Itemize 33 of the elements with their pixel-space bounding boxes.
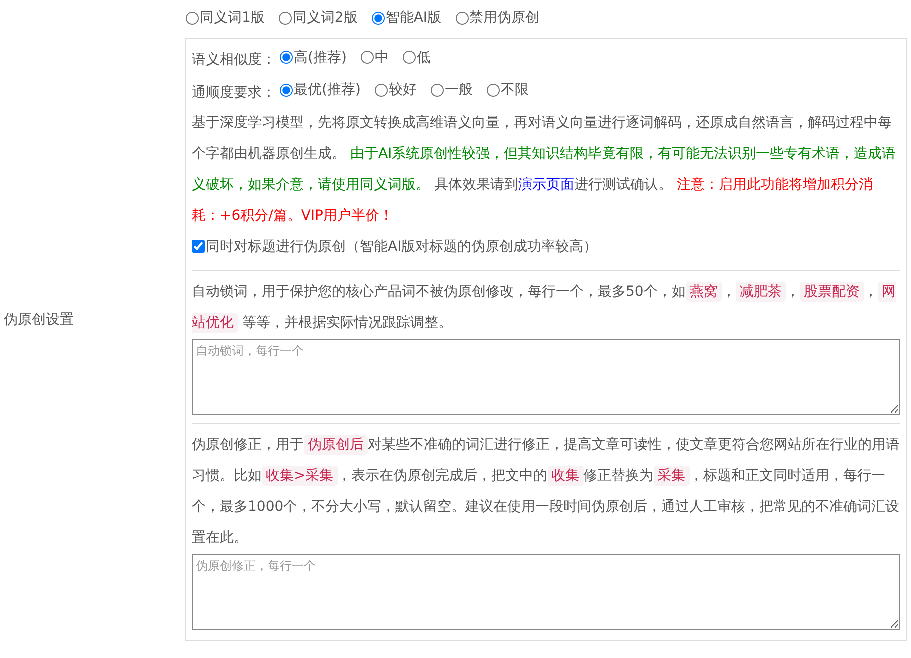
radio-button[interactable] [186,12,199,24]
radio-button[interactable] [374,84,388,96]
checkbox-label[interactable]: 同时对标题进行伪原创（智能AI版对标题的伪原创成功率较高） [206,232,598,262]
demo-page-link[interactable]: 演示页面 [518,176,574,192]
option-label: 语义相似度： [192,52,276,68]
option-label[interactable]: 一般 [444,75,473,105]
option-label: 通顺度要求： [192,84,276,100]
lock-words-description: 自动锁词，用于保护您的核心产品词不被伪原创修改，每行一个，最多50个，如 燕窝 ， 减肥茶 ， 股票配资 ， 网站优化 等等，并根据实际情况跟踪调整。 [192,281,897,335]
option-label[interactable]: 智能AI版 [386,3,442,33]
option-label[interactable]: 中 [374,42,389,72]
option-label[interactable]: 最优(推荐) [294,75,361,105]
option-label[interactable]: 同义词1版 [200,3,265,33]
radio-button[interactable] [280,84,293,96]
option-label[interactable]: 高(推荐) [294,42,347,72]
corrections-description: 伪原创修正，用于 伪原创后 对某些不准确的词汇进行修正，提高文章可读性，使文章更符合您网站所在行业的用语习惯。比如 收集>采集 ，表示在伪原创完成后，把文中的 收集 修正替换为 采集 ，标题和正文同时适用，每行一个，最多1000个，不分大小写，默认留空。建议在使用一段时间伪原创后，通过人工审核，把常见的不准确词汇设置在此。 [192,434,900,548]
radio-button[interactable] [280,51,293,64]
radio-button[interactable] [456,12,469,24]
option-label[interactable]: 不限 [500,75,529,105]
option-label[interactable]: 低 [416,42,431,72]
description-text: 基于深度学习模型，先将原文转换成高维语义向量，再对语义向量进行逐词解码，还原成自然语言，解码过程中每个字都由机器原创生成。 由于AI系统原创性较强，但其知识结构毕竟有限，有可能无法识别一些专有术语，造成语义破坏，如果介意，请使用同义词版。 具体效果请到演示页面进行测试确认。 注意：启用此功能将增加积分消耗：+6积分/篇。VIP用户半价！ [192,114,898,226]
radio-button[interactable] [486,84,500,96]
option-label[interactable]: 同义词2版 [292,3,358,33]
radio-button[interactable] [402,51,416,64]
radio-button[interactable] [360,51,374,64]
radio-button[interactable] [278,12,292,24]
title-checkbox[interactable] [192,240,205,253]
radio-button[interactable] [372,12,385,24]
option-label[interactable]: 较好 [388,75,417,105]
option-label[interactable]: 禁用伪原创 [470,3,540,33]
field-label: 伪原创设置 [4,311,74,330]
radio-button[interactable] [430,84,444,96]
corrections-field[interactable]: 伪原创修正，每行一个 [192,554,900,630]
lock-words-field[interactable]: 自动锁词，每行一个 [192,339,900,415]
